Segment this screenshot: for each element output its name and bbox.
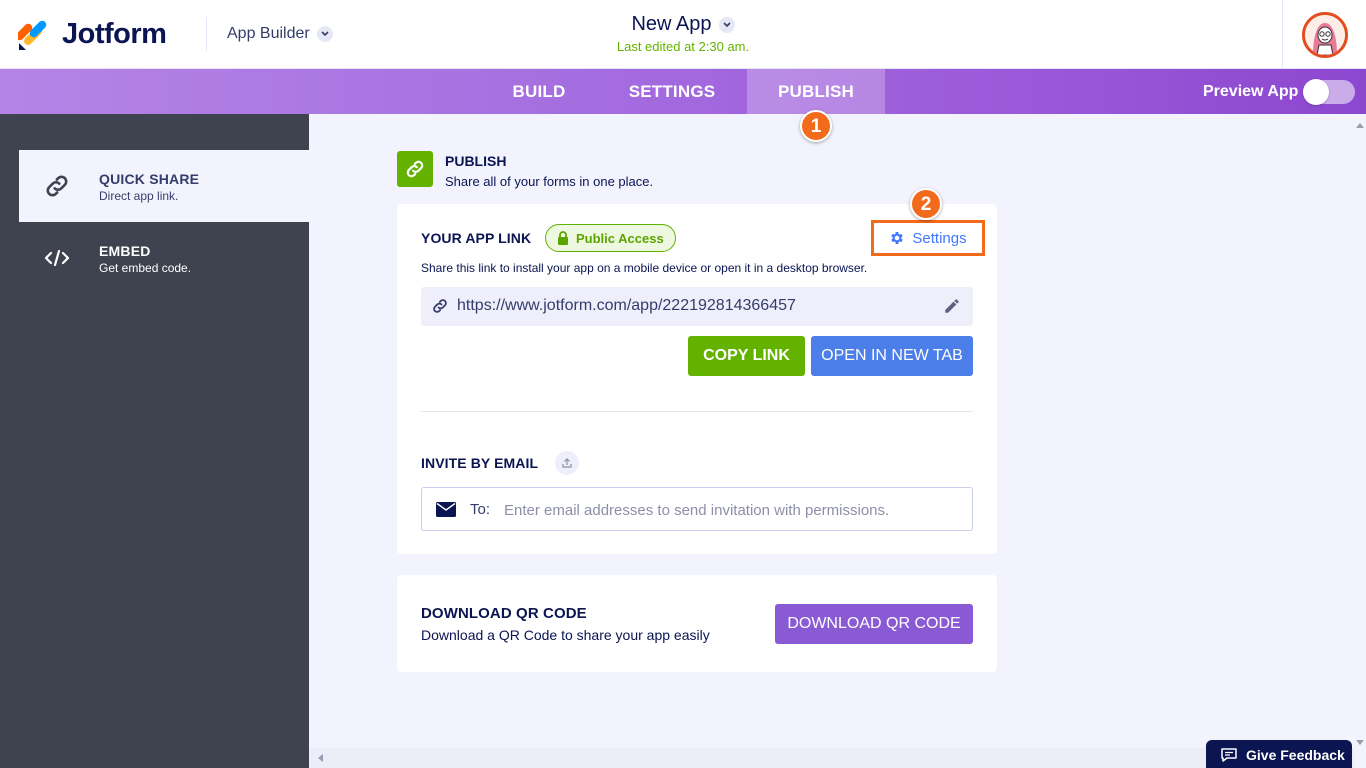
app-builder-label: App Builder (227, 25, 310, 42)
invite-email-field[interactable]: To: (421, 487, 973, 531)
scroll-left-arrow-icon[interactable] (317, 754, 323, 762)
last-edited-status: Last edited at 2:30 am. (616, 39, 750, 54)
invite-email-title: INVITE BY EMAIL (421, 455, 539, 471)
section-divider (421, 411, 973, 412)
give-feedback-label: Give Feedback (1246, 747, 1345, 763)
app-link-description: Share this link to install your app on a… (421, 261, 868, 275)
sidebar-item-title: EMBED (99, 243, 151, 259)
chevron-down-icon (718, 16, 735, 33)
tab-settings[interactable]: SETTINGS (598, 69, 746, 114)
chevron-down-icon (316, 26, 333, 42)
pencil-edit-icon[interactable] (943, 297, 961, 315)
main-navbar: BUILD SETTINGS PUBLISH Preview App (0, 69, 1366, 114)
vertical-scrollbar[interactable] (1354, 114, 1366, 754)
avatar-divider (1282, 0, 1283, 69)
step-marker-2: 2 (910, 188, 942, 220)
user-avatar[interactable] (1302, 12, 1348, 58)
sidebar-item-quick-share[interactable]: QUICK SHARE Direct app link. (19, 150, 309, 222)
feedback-chat-icon (1221, 748, 1237, 762)
sidebar-item-embed[interactable]: EMBED Get embed code. (19, 222, 309, 294)
preview-app-toggle[interactable] (1303, 79, 1355, 105)
public-access-badge[interactable]: Public Access (545, 224, 676, 252)
email-addresses-input[interactable] (504, 496, 964, 524)
app-builder-menu[interactable]: App Builder (227, 25, 333, 43)
app-link-field[interactable]: https://www.jotform.com/app/222192814366… (421, 287, 973, 326)
publish-subheading: Share all of your forms in one place. (445, 174, 654, 189)
qr-code-card: DOWNLOAD QR CODE Download a QR Code to s… (397, 575, 997, 672)
sidebar-item-subtitle: Get embed code. (99, 261, 192, 275)
link-settings-button[interactable]: Settings (871, 220, 985, 256)
link-icon (43, 172, 71, 200)
settings-label: Settings (912, 229, 967, 247)
open-in-new-tab-button[interactable]: OPEN IN NEW TAB (811, 336, 973, 376)
app-link-title: YOUR APP LINK (421, 230, 532, 246)
tab-publish[interactable]: PUBLISH (747, 69, 885, 114)
app-title: New App (631, 13, 712, 35)
lock-icon (558, 231, 568, 245)
jotform-wordmark: Jotform (62, 18, 167, 50)
sidebar-item-subtitle: Direct app link. (99, 189, 179, 203)
tab-build[interactable]: BUILD (490, 69, 588, 114)
toggle-knob (1303, 79, 1329, 105)
scroll-up-arrow-icon[interactable] (1356, 122, 1364, 128)
header-divider (206, 17, 207, 51)
jotform-logo-mark-icon (15, 19, 48, 51)
scroll-down-arrow-icon[interactable] (1356, 740, 1364, 746)
publish-heading: PUBLISH (445, 153, 507, 169)
email-to-label: To: (470, 501, 491, 518)
top-header: Jotform App Builder New App Last edited … (0, 0, 1366, 69)
download-qr-code-button[interactable]: DOWNLOAD QR CODE (775, 604, 973, 644)
qr-code-title: DOWNLOAD QR CODE (421, 605, 587, 622)
qr-code-subtitle: Download a QR Code to share your app eas… (421, 627, 710, 643)
share-upload-icon[interactable] (555, 451, 579, 475)
envelope-icon (436, 502, 456, 517)
step-marker-1: 1 (800, 110, 832, 142)
app-title-area: New App Last edited at 2:30 am. (583, 13, 783, 54)
publish-link-icon (397, 151, 433, 187)
copy-link-button[interactable]: COPY LINK (688, 336, 805, 376)
sidebar-item-title: QUICK SHARE (99, 171, 200, 187)
app-title-menu[interactable]: New App (583, 13, 783, 36)
give-feedback-button[interactable]: Give Feedback (1206, 740, 1352, 768)
app-link-url: https://www.jotform.com/app/222192814366… (457, 297, 796, 314)
app-link-card: YOUR APP LINK Public Access Settings Sha… (397, 204, 997, 554)
publish-sidebar: QUICK SHARE Direct app link. EMBED Get e… (0, 114, 309, 768)
horizontal-scrollbar[interactable] (309, 748, 1354, 768)
preview-app-label: Preview App (1203, 83, 1299, 100)
jotform-logo[interactable]: Jotform (15, 18, 167, 51)
public-access-label: Public Access (576, 230, 664, 246)
gear-icon (891, 232, 904, 244)
code-icon (43, 244, 71, 272)
link-icon (433, 299, 447, 313)
